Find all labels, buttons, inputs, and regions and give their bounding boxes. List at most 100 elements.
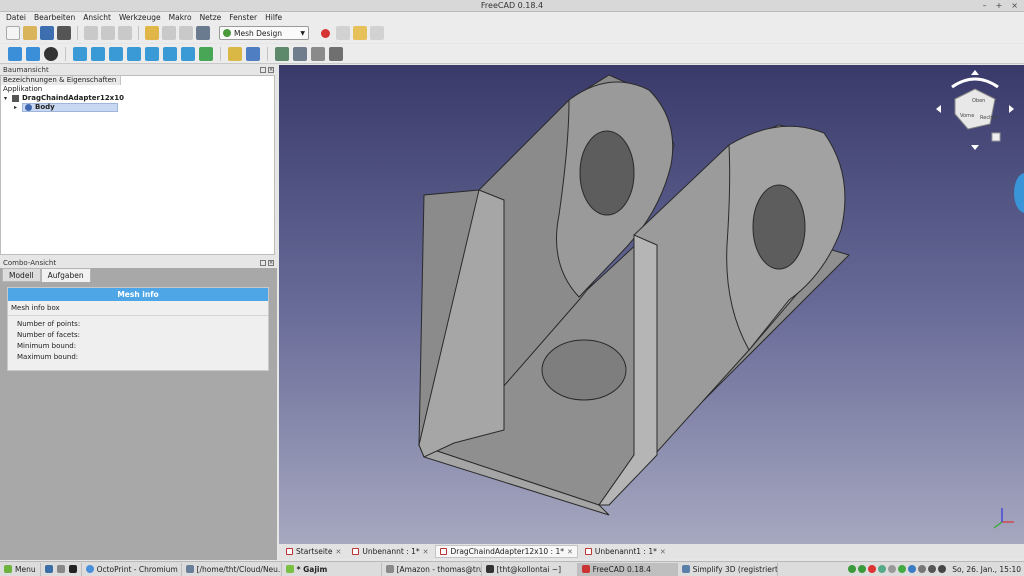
tray-volume-icon[interactable] xyxy=(918,565,927,573)
maximize-icon[interactable]: + xyxy=(996,0,1003,12)
tree-column-header[interactable]: Bezeichnungen & Eigenschaften xyxy=(1,76,121,85)
tray-clipboard-icon[interactable] xyxy=(928,565,937,573)
close-tab-icon[interactable]: ✕ xyxy=(423,548,429,556)
stop-macro-icon[interactable] xyxy=(336,26,350,40)
copy-icon[interactable] xyxy=(101,26,115,40)
doc-tab-startseite[interactable]: Startseite ✕ xyxy=(282,545,345,558)
view-top-icon[interactable] xyxy=(109,46,123,61)
tree-item-body[interactable]: ▸ Body xyxy=(1,103,274,112)
view-menu-cube-icon[interactable] xyxy=(991,132,1001,142)
tree-item-document[interactable]: ▾ DragChaindAdapter12x10 xyxy=(1,94,274,103)
body-selection[interactable]: Body xyxy=(22,103,118,112)
cut-icon[interactable] xyxy=(84,26,98,40)
tab-aufgaben[interactable]: Aufgaben xyxy=(40,268,91,282)
nav-face-vorne[interactable]: Vorne xyxy=(960,113,974,119)
minimize-icon[interactable]: – xyxy=(983,0,987,12)
tray-status-icon[interactable] xyxy=(848,565,857,573)
nav-face-rechts[interactable]: Rechts xyxy=(980,115,997,121)
taskbar-item-amazon[interactable]: [Amazon - thomas@tru... xyxy=(382,562,482,576)
start-menu-button[interactable]: Menu xyxy=(0,562,41,576)
expand-arrow-icon[interactable]: ▾ xyxy=(4,94,12,103)
close-tab-icon[interactable]: ✕ xyxy=(567,548,573,556)
redo-icon[interactable] xyxy=(162,26,176,40)
taskbar-item-freecad[interactable]: FreeCAD 0.18.4 xyxy=(577,562,678,576)
menu-ansicht[interactable]: Ansicht xyxy=(83,13,111,22)
taskbar-item-terminal[interactable]: [tht@kollontai ~] xyxy=(482,562,578,576)
combo-view: Modell Aufgaben Mesh info Mesh info box … xyxy=(0,268,277,560)
show-desktop-icon[interactable] xyxy=(44,565,53,573)
nav-cube-body[interactable] xyxy=(954,88,996,130)
menu-netze[interactable]: Netze xyxy=(200,13,222,22)
workbench-selector[interactable]: Mesh Design ▼ xyxy=(219,26,309,40)
undo-icon[interactable] xyxy=(145,26,159,40)
create-group-icon[interactable] xyxy=(246,46,260,61)
tab-modell[interactable]: Modell xyxy=(2,268,41,282)
view-rear-icon[interactable] xyxy=(145,46,159,61)
file-manager-icon[interactable] xyxy=(56,565,65,573)
view-isometric-icon[interactable] xyxy=(73,46,87,61)
taskbar-item-gajim[interactable]: * Gajim xyxy=(282,562,382,576)
open-file-icon[interactable] xyxy=(23,26,37,40)
float-icon[interactable] xyxy=(260,66,266,73)
doc-tab-dragchain[interactable]: DragChaindAdapter12x10 : 1* ✕ xyxy=(435,545,578,558)
nav-arrow-up-icon[interactable] xyxy=(971,70,979,75)
run-macro-icon[interactable] xyxy=(370,26,384,40)
nav-arrow-left-icon[interactable] xyxy=(936,105,941,113)
close-tab-icon[interactable]: ✕ xyxy=(335,548,341,556)
menu-hilfe[interactable]: Hilfe xyxy=(265,13,282,22)
float-icon[interactable] xyxy=(260,259,266,266)
view-front-icon[interactable] xyxy=(91,46,105,61)
measure-distance-icon[interactable] xyxy=(199,46,213,61)
taskbar-item-simplify3d[interactable]: Simplify 3D (registriert ... xyxy=(678,562,778,576)
tray-bluetooth-icon[interactable] xyxy=(908,565,917,573)
nav-arrow-right-icon[interactable] xyxy=(1009,105,1014,113)
import-mesh-icon[interactable] xyxy=(275,46,289,61)
menu-fenster[interactable]: Fenster xyxy=(229,13,257,22)
doc-tab-unbenannt1[interactable]: Unbenannt1 : 1* ✕ xyxy=(581,545,670,558)
menu-bearbeiten[interactable]: Bearbeiten xyxy=(34,13,75,22)
taskbar-item-files[interactable]: [/home/tht/Cloud/Neu... xyxy=(182,562,282,576)
fit-selection-icon[interactable] xyxy=(26,46,40,61)
menu-werkzeuge[interactable]: Werkzeuge xyxy=(119,13,161,22)
record-macro-icon[interactable] xyxy=(321,28,330,38)
export-mesh-icon[interactable] xyxy=(293,46,307,61)
whats-this-icon[interactable] xyxy=(196,26,210,40)
view-right-icon[interactable] xyxy=(127,46,141,61)
nav-face-oben[interactable]: Oben xyxy=(972,98,985,104)
paste-icon[interactable] xyxy=(118,26,132,40)
mesh-info-icon[interactable] xyxy=(329,46,343,61)
print-icon[interactable] xyxy=(57,26,71,40)
3d-viewport[interactable]: Oben Vorne Rechts xyxy=(279,65,1024,544)
collapse-arrow-icon[interactable]: ▸ xyxy=(14,103,22,112)
edit-macro-icon[interactable] xyxy=(353,26,367,40)
3d-model[interactable] xyxy=(279,65,1024,544)
tray-check-icon[interactable] xyxy=(898,565,907,573)
nav-arrow-down-icon[interactable] xyxy=(971,145,979,150)
nav-cube[interactable]: Oben Vorne Rechts xyxy=(930,69,1020,159)
menu-datei[interactable]: Datei xyxy=(6,13,26,22)
refresh-icon[interactable] xyxy=(179,26,193,40)
clock[interactable]: So, 26. Jan., 15:10 xyxy=(952,565,1021,574)
new-file-icon[interactable] xyxy=(6,26,20,40)
terminal-icon[interactable] xyxy=(68,565,77,573)
tray-alert-icon[interactable] xyxy=(868,565,877,573)
draw-style-icon[interactable] xyxy=(44,46,58,61)
view-bottom-icon[interactable] xyxy=(163,46,177,61)
menu-makro[interactable]: Makro xyxy=(169,13,192,22)
doc-tab-unbenannt[interactable]: Unbenannt : 1* ✕ xyxy=(348,545,432,558)
mesh-from-shape-icon[interactable] xyxy=(311,46,325,61)
create-part-icon[interactable] xyxy=(228,46,242,61)
tray-status-icon[interactable] xyxy=(858,565,867,573)
tray-pen-icon[interactable] xyxy=(938,565,947,573)
close-icon[interactable]: × xyxy=(268,66,274,73)
save-icon[interactable] xyxy=(40,26,54,40)
close-icon[interactable]: × xyxy=(1011,0,1018,12)
taskbar-item-octoprint[interactable]: OctoPrint - Chromium xyxy=(82,562,182,576)
tray-network-icon[interactable] xyxy=(878,565,887,573)
close-icon[interactable]: × xyxy=(268,259,274,266)
rotate-arc-icon[interactable] xyxy=(951,77,999,89)
close-tab-icon[interactable]: ✕ xyxy=(660,548,666,556)
fit-all-icon[interactable] xyxy=(8,46,22,61)
view-left-icon[interactable] xyxy=(181,46,195,61)
tray-sync-icon[interactable] xyxy=(888,565,897,573)
